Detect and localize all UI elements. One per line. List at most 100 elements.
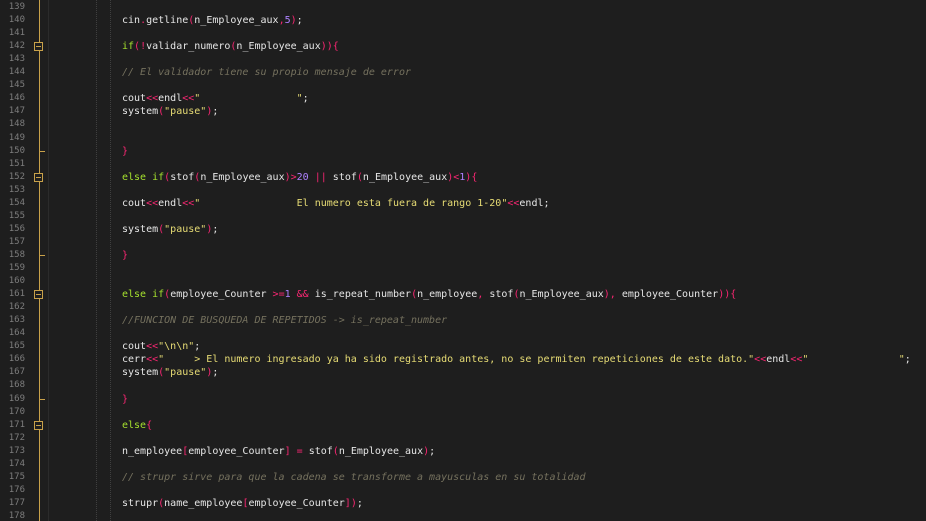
code-line[interactable]: 162 (0, 301, 926, 314)
code-line[interactable]: 174 (0, 458, 926, 471)
code-line[interactable]: 156 system("pause"); (0, 223, 926, 236)
code-line[interactable]: 154 cout<<endl<<" El numero esta fuera de… (0, 197, 926, 210)
code-line[interactable]: 172 (0, 432, 926, 445)
fold-end-marker (39, 150, 45, 152)
code-token: { (146, 419, 153, 431)
code-line[interactable]: 177 strupr(name_employee[employee_Counter… (0, 497, 926, 510)
code-token: )> (284, 171, 297, 183)
line-number: 147 (8, 106, 25, 117)
code-token: cerr (122, 354, 147, 366)
line-number: 176 (8, 484, 25, 495)
code-token: cout (122, 341, 147, 353)
code-line[interactable]: 141 (0, 27, 926, 40)
code-line[interactable]: 171 else{ (0, 419, 926, 432)
code-token: endl (158, 197, 183, 209)
code-line[interactable]: 165 cout<<"\n\n"; (0, 340, 926, 353)
code-line[interactable]: 163 //FUNCION DE BUSQUEDA DE REPETIDOS ->… (0, 314, 926, 327)
line-number: 165 (8, 341, 25, 352)
code-line[interactable]: 145 (0, 79, 926, 92)
line-number: 167 (8, 367, 25, 378)
code-line[interactable]: 175 // strupr sirve para que la cadena se… (0, 471, 926, 484)
code-token: system (122, 223, 159, 235)
code-token: n_Employee_aux (200, 171, 285, 183)
code-line[interactable]: 178 (0, 510, 926, 521)
code-line[interactable]: 164 (0, 327, 926, 340)
code-text[interactable]: cout<<endl<<" "; (122, 92, 309, 105)
code-text[interactable]: system("pause"); (122, 105, 218, 118)
code-line[interactable]: 146 cout<<endl<<" "; (0, 92, 926, 105)
code-token: //FUNCION DE BUSQUEDA DE REPETIDOS -> is… (122, 315, 448, 327)
code-token: stof (170, 171, 195, 183)
code-line[interactable]: 168 (0, 379, 926, 392)
code-line[interactable]: 140 cin.getline(n_Employee_aux,5); (0, 14, 926, 27)
code-token: system (122, 106, 159, 118)
fold-collapse-icon[interactable] (34, 42, 43, 52)
line-number: 170 (8, 406, 25, 417)
code-token: } (122, 393, 129, 405)
code-line[interactable]: 161 else if(employee_Counter >=1 && is_re… (0, 288, 926, 301)
code-text[interactable]: cout<<"\n\n"; (122, 340, 200, 353)
code-line[interactable]: 173 n_employee[employee_Counter] = stof(n… (0, 445, 926, 458)
code-line[interactable]: 147 system("pause"); (0, 105, 926, 118)
code-text[interactable]: strupr(name_employee[employee_Counter]); (122, 497, 363, 510)
code-token: n_employee (122, 445, 183, 457)
code-text[interactable]: else{ (122, 419, 152, 432)
code-line[interactable]: 139 (0, 1, 926, 14)
code-text[interactable]: system("pause"); (122, 223, 218, 236)
code-token: ; (904, 354, 911, 366)
code-text[interactable]: n_employee[employee_Counter] = stof(n_Em… (122, 445, 435, 458)
code-line[interactable]: 151 (0, 158, 926, 171)
line-number: 160 (8, 276, 25, 287)
code-text[interactable]: } (122, 145, 128, 158)
line-number: 159 (8, 263, 25, 273)
code-token: && (296, 289, 309, 301)
line-number: 140 (8, 15, 25, 26)
line-number: 142 (8, 41, 25, 52)
code-text[interactable]: else if(employee_Counter >=1 && is_repea… (122, 288, 736, 301)
code-token: strupr (122, 497, 159, 509)
code-token: " " (194, 93, 303, 105)
code-token: << (146, 197, 159, 209)
code-line[interactable]: 167 system("pause"); (0, 366, 926, 379)
code-line[interactable]: 166 cerr<<" > El numero ingresado ya ha s… (0, 353, 926, 366)
code-line[interactable]: 144 // El validador tiene su propio mensa… (0, 66, 926, 79)
code-line[interactable]: 169} (0, 393, 926, 406)
code-token: cout (122, 197, 147, 209)
code-text[interactable]: // strupr sirve para que la cadena se tr… (122, 471, 586, 484)
code-text[interactable]: cerr <<" > El numero ingresado ya ha sido… (122, 353, 911, 366)
code-line[interactable]: 170 (0, 406, 926, 419)
code-line[interactable]: 155 (0, 210, 926, 223)
code-line[interactable]: 160 (0, 275, 926, 288)
fold-collapse-icon[interactable] (34, 420, 43, 430)
code-token: n_Employee_aux (519, 289, 604, 301)
code-text[interactable]: cin.getline(n_Employee_aux,5); (122, 14, 303, 27)
code-line[interactable]: 158} (0, 249, 926, 262)
code-line[interactable]: 143 (0, 53, 926, 66)
code-line[interactable]: 149 (0, 132, 926, 145)
code-text[interactable]: if(!validar_numero(n_Employee_aux)){ (122, 40, 339, 53)
code-token: " > El numero ingresado ya ha sido regis… (158, 354, 755, 366)
code-text[interactable]: } (122, 393, 128, 406)
code-text[interactable]: } (122, 249, 128, 262)
code-line[interactable]: 142 if(!validar_numero(n_Employee_aux)){ (0, 40, 926, 53)
code-token: // strupr sirve para que la cadena se tr… (122, 471, 586, 483)
code-token: n_Employee_aux (338, 445, 424, 457)
code-line[interactable]: 176 (0, 484, 926, 497)
code-text[interactable]: system("pause"); (122, 366, 218, 379)
fold-collapse-icon[interactable] (34, 290, 43, 300)
code-token: ){ (326, 41, 339, 53)
line-number: 141 (8, 28, 25, 39)
code-line[interactable]: 148 (0, 118, 926, 131)
code-line[interactable]: 152 else if(stof(n_Employee_aux)>20 || st… (0, 171, 926, 184)
code-editor[interactable]: 139 140 cin.getline(n_Employee_aux,5); 141 1… (0, 0, 926, 521)
code-text[interactable]: // El validador tiene su propio mensaje … (122, 66, 411, 79)
code-line[interactable]: 159 (0, 262, 926, 275)
code-text[interactable]: cout<<endl<<" El numero esta fuera de ra… (122, 197, 550, 210)
fold-collapse-icon[interactable] (34, 172, 43, 182)
code-text[interactable]: //FUNCION DE BUSQUEDA DE REPETIDOS -> is… (122, 314, 447, 327)
code-token: << (754, 354, 767, 366)
code-line[interactable]: 150} (0, 145, 926, 158)
code-text[interactable]: else if(stof(n_Employee_aux)>20 || stof(… (122, 171, 477, 184)
code-line[interactable]: 157 (0, 236, 926, 249)
code-line[interactable]: 153 (0, 184, 926, 197)
